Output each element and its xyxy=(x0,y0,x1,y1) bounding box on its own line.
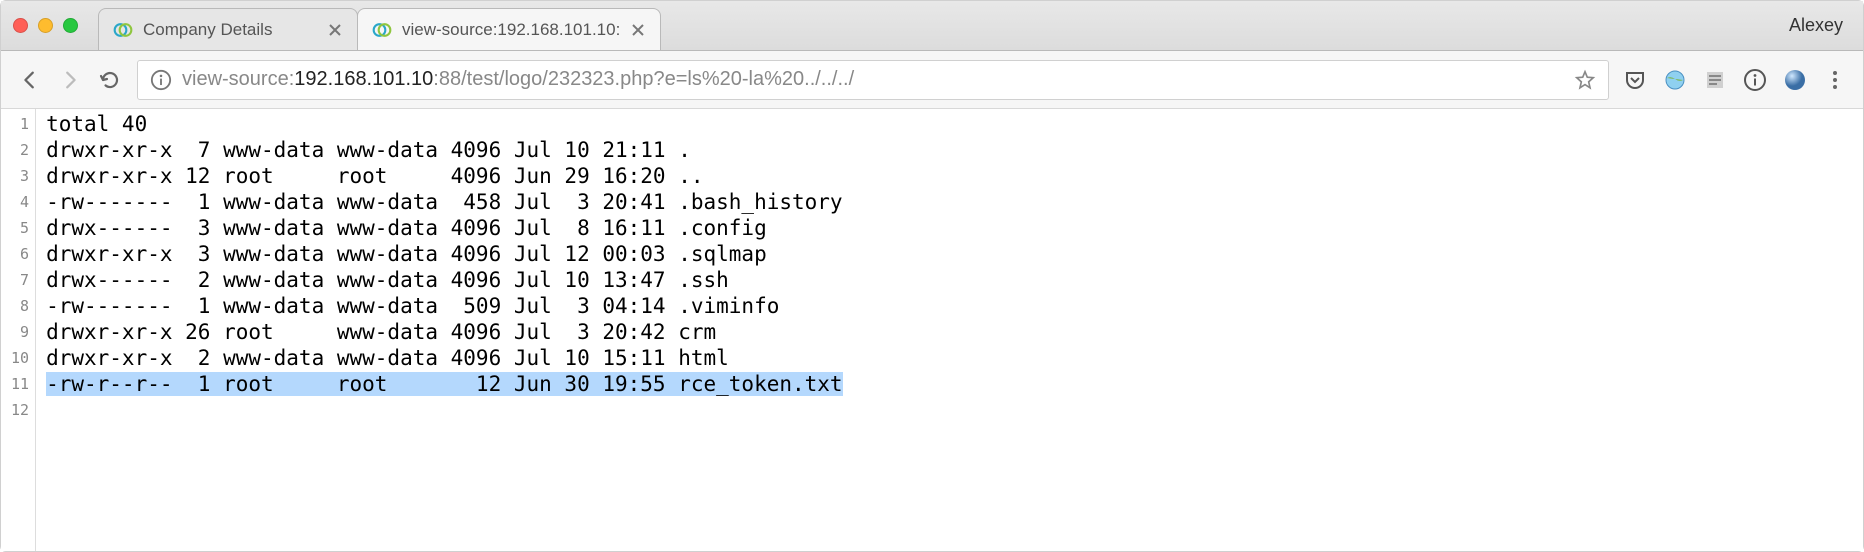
tab-title: Company Details xyxy=(143,20,317,40)
source-line: -rw-r--r-- 1 root root 12 Jun 30 19:55 r… xyxy=(46,371,843,397)
extension-icons xyxy=(1623,68,1847,92)
webex-favicon-icon xyxy=(113,20,133,40)
reader-extension-icon[interactable] xyxy=(1703,68,1727,92)
bookmark-star-icon[interactable] xyxy=(1574,69,1596,91)
tab-strip: Company Details view-source:192.168.101.… xyxy=(1,1,1863,51)
url-host: 192.168.101.10 xyxy=(294,68,433,90)
source-line: drwxr-xr-x 3 www-data www-data 4096 Jul … xyxy=(46,241,843,267)
url-text: view-source:192.168.101.10:88/test/logo/… xyxy=(182,68,1564,91)
forward-button[interactable] xyxy=(57,67,83,93)
tab-title: view-source:192.168.101.10: xyxy=(402,20,620,40)
tab-view-source[interactable]: view-source:192.168.101.10: xyxy=(357,8,661,50)
info-extension-icon[interactable] xyxy=(1743,68,1767,92)
back-button[interactable] xyxy=(17,67,43,93)
line-number: 11 xyxy=(11,371,29,397)
source-code: total 40drwxr-xr-x 7 www-data www-data 4… xyxy=(36,109,843,551)
line-number: 10 xyxy=(11,345,29,371)
url-path: :88/test/logo/232323.php?e=ls%20-la%20..… xyxy=(433,68,854,90)
line-number: 3 xyxy=(11,163,29,189)
tabs-container: Company Details view-source:192.168.101.… xyxy=(98,1,1789,50)
view-source-content[interactable]: 123456789101112 total 40drwxr-xr-x 7 www… xyxy=(1,109,1863,551)
zoom-window-button[interactable] xyxy=(63,18,78,33)
marble-extension-icon[interactable] xyxy=(1783,68,1807,92)
url-scheme: view-source: xyxy=(182,68,294,90)
source-line xyxy=(46,397,843,423)
browser-window: Company Details view-source:192.168.101.… xyxy=(0,0,1864,552)
line-number: 7 xyxy=(11,267,29,293)
line-number: 2 xyxy=(11,137,29,163)
source-line: drwx------ 3 www-data www-data 4096 Jul … xyxy=(46,215,843,241)
source-line: drwxr-xr-x 7 www-data www-data 4096 Jul … xyxy=(46,137,843,163)
tab-close-icon[interactable] xyxy=(327,22,343,38)
line-number: 9 xyxy=(11,319,29,345)
reload-button[interactable] xyxy=(97,67,123,93)
tab-close-icon[interactable] xyxy=(630,22,646,38)
line-number-gutter: 123456789101112 xyxy=(1,109,36,551)
source-line: total 40 xyxy=(46,111,843,137)
pocket-extension-icon[interactable] xyxy=(1623,68,1647,92)
source-line: drwx------ 2 www-data www-data 4096 Jul … xyxy=(46,267,843,293)
webex-favicon-icon xyxy=(372,20,392,40)
tab-company-details[interactable]: Company Details xyxy=(98,8,358,50)
line-number: 5 xyxy=(11,215,29,241)
site-info-icon[interactable] xyxy=(150,69,172,91)
window-controls xyxy=(13,18,78,33)
source-line: drwxr-xr-x 12 root root 4096 Jun 29 16:2… xyxy=(46,163,843,189)
source-line: -rw------- 1 www-data www-data 458 Jul 3… xyxy=(46,189,843,215)
profile-name[interactable]: Alexey xyxy=(1789,15,1851,36)
source-line: drwxr-xr-x 2 www-data www-data 4096 Jul … xyxy=(46,345,843,371)
source-line: -rw------- 1 www-data www-data 509 Jul 3… xyxy=(46,293,843,319)
line-number: 6 xyxy=(11,241,29,267)
line-number: 12 xyxy=(11,397,29,423)
line-number: 8 xyxy=(11,293,29,319)
close-window-button[interactable] xyxy=(13,18,28,33)
line-number: 4 xyxy=(11,189,29,215)
toolbar: view-source:192.168.101.10:88/test/logo/… xyxy=(1,51,1863,109)
address-bar[interactable]: view-source:192.168.101.10:88/test/logo/… xyxy=(137,60,1609,100)
source-line: drwxr-xr-x 26 root www-data 4096 Jul 3 2… xyxy=(46,319,843,345)
minimize-window-button[interactable] xyxy=(38,18,53,33)
globe-extension-icon[interactable] xyxy=(1663,68,1687,92)
chrome-menu-icon[interactable] xyxy=(1823,68,1847,92)
line-number: 1 xyxy=(11,111,29,137)
